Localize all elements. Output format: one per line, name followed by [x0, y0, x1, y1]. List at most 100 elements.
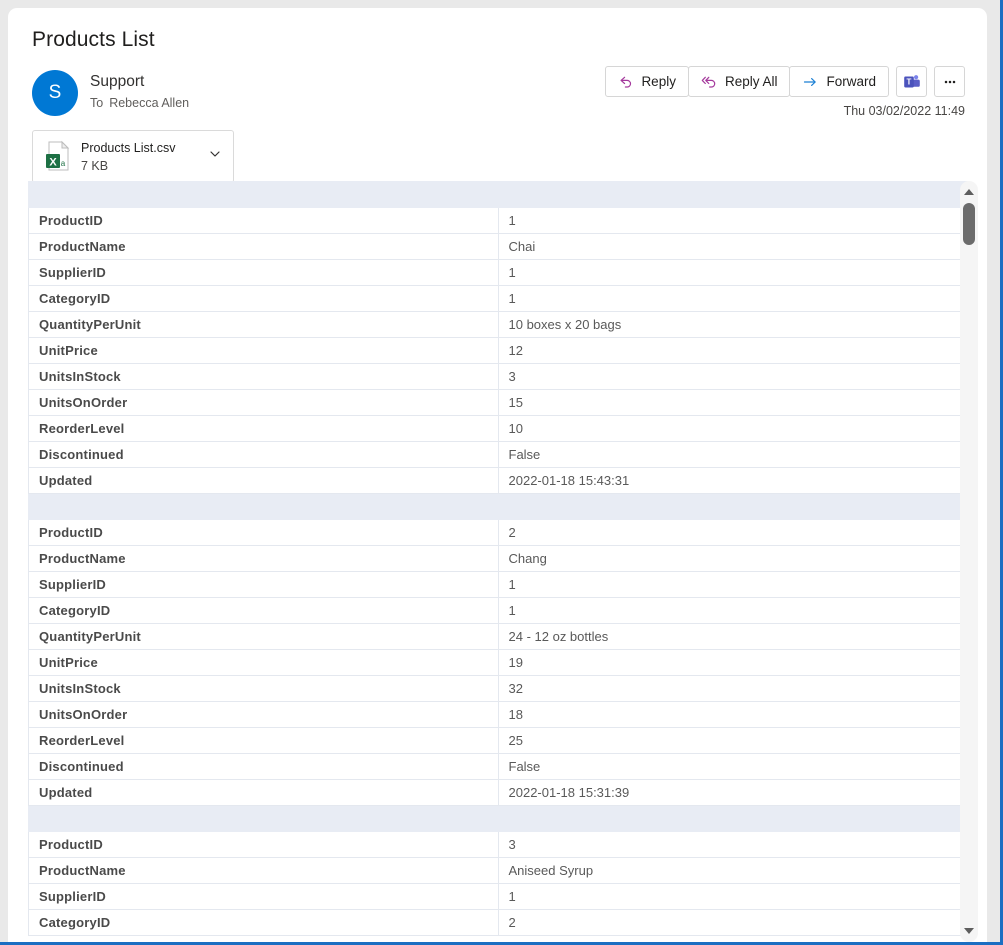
record-separator-cell: [28, 181, 968, 208]
reading-pane: Products List S Support To Rebecca Allen: [8, 8, 987, 942]
field-value-cell: 18: [497, 701, 968, 728]
field-value-cell: 12: [497, 337, 968, 364]
reply-all-button-label: Reply All: [724, 74, 778, 89]
message-body-scroll-area: ProductID 1 ProductName Chai SupplierID 1 Cate…: [8, 181, 968, 942]
table-row: QuantityPerUnit 10 boxes x 20 bags: [28, 311, 968, 338]
field-label-cell: CategoryID: [28, 597, 499, 624]
message-body-region: ProductID 1 ProductName Chai SupplierID 1 Cate…: [8, 181, 987, 942]
message-timestamp: Thu 03/02/2022 11:49: [843, 104, 965, 118]
scroll-up-arrow-icon[interactable]: [960, 183, 978, 201]
table-row: Updated 2022-01-18 15:43:31: [28, 467, 968, 494]
forward-button[interactable]: Forward: [789, 66, 889, 97]
field-label-cell: Updated: [28, 467, 499, 494]
attachment-chip[interactable]: X a Products List.csv 7 KB: [32, 130, 234, 183]
record-separator-band: [28, 805, 968, 832]
field-value-cell: False: [497, 753, 968, 780]
products-table: ProductID 1 ProductName Chai SupplierID 1 Cate…: [28, 181, 968, 936]
avatar: S: [32, 70, 78, 116]
table-row: ProductID 2: [28, 519, 968, 546]
reply-button[interactable]: Reply: [605, 66, 689, 97]
more-options-button[interactable]: [934, 66, 965, 97]
sender-name[interactable]: Support: [90, 72, 189, 92]
field-label-cell: CategoryID: [28, 909, 499, 936]
to-label: To: [90, 96, 104, 110]
field-label-cell: ProductID: [28, 831, 499, 858]
table-row: ReorderLevel 25: [28, 727, 968, 754]
scroll-down-arrow-icon[interactable]: [960, 922, 978, 940]
field-value-cell: 15: [497, 389, 968, 416]
vertical-scrollbar[interactable]: [960, 181, 978, 942]
table-row: UnitsOnOrder 18: [28, 701, 968, 728]
field-label-cell: SupplierID: [28, 571, 499, 598]
svg-text:X: X: [49, 157, 57, 169]
field-value-cell: 2022-01-18 15:31:39: [497, 779, 968, 806]
field-label-cell: CategoryID: [28, 285, 499, 312]
table-row: ReorderLevel 10: [28, 415, 968, 442]
scrollbar-thumb[interactable]: [963, 203, 975, 245]
attachment-meta: Products List.csv 7 KB: [81, 138, 198, 175]
field-label-cell: SupplierID: [28, 883, 499, 910]
field-label-cell: Updated: [28, 779, 499, 806]
field-label-cell: ReorderLevel: [28, 727, 499, 754]
field-value-cell: 1: [497, 207, 968, 234]
table-row: Discontinued False: [28, 753, 968, 780]
field-label-cell: ReorderLevel: [28, 415, 499, 442]
record-separator-cell: [28, 493, 968, 520]
field-label-cell: QuantityPerUnit: [28, 311, 499, 338]
message-toolbar: Reply Reply All Forward T: [605, 66, 965, 97]
table-row: CategoryID 1: [28, 597, 968, 624]
attachment-bar: X a Products List.csv 7 KB: [8, 116, 987, 183]
svg-text:a: a: [61, 159, 66, 168]
field-label-cell: ProductName: [28, 857, 499, 884]
chevron-down-icon[interactable]: [208, 147, 224, 166]
table-row: ProductID 1: [28, 207, 968, 234]
table-row: SupplierID 1: [28, 571, 968, 598]
record-separator-cell: [28, 805, 968, 832]
field-label-cell: SupplierID: [28, 259, 499, 286]
field-label-cell: UnitsInStock: [28, 675, 499, 702]
ellipsis-icon: [941, 73, 959, 91]
table-row: QuantityPerUnit 24 - 12 oz bottles: [28, 623, 968, 650]
table-row: UnitsOnOrder 15: [28, 389, 968, 416]
table-row: UnitPrice 19: [28, 649, 968, 676]
reply-all-button[interactable]: Reply All: [687, 66, 791, 97]
field-value-cell: 25: [497, 727, 968, 754]
table-row: CategoryID 1: [28, 285, 968, 312]
field-label-cell: UnitsInStock: [28, 363, 499, 390]
table-row: SupplierID 1: [28, 883, 968, 910]
field-value-cell: 2: [497, 909, 968, 936]
share-to-teams-button[interactable]: T: [896, 66, 927, 97]
email-reading-pane-window: Products List S Support To Rebecca Allen: [0, 0, 1003, 945]
field-value-cell: 1: [497, 597, 968, 624]
forward-icon: [802, 74, 819, 90]
field-label-cell: ProductName: [28, 233, 499, 260]
table-row: ProductName Aniseed Syrup: [28, 857, 968, 884]
record-separator-band: [28, 493, 968, 520]
reply-icon: [618, 74, 634, 90]
field-value-cell: False: [497, 441, 968, 468]
field-value-cell: Chang: [497, 545, 968, 572]
table-row: UnitsInStock 32: [28, 675, 968, 702]
field-value-cell: 19: [497, 649, 968, 676]
field-label-cell: QuantityPerUnit: [28, 623, 499, 650]
field-value-cell: 3: [497, 363, 968, 390]
table-row: Updated 2022-01-18 15:31:39: [28, 779, 968, 806]
record-separator-band: [28, 181, 968, 208]
field-label-cell: UnitPrice: [28, 649, 499, 676]
field-value-cell: Chai: [497, 233, 968, 260]
field-label-cell: UnitsOnOrder: [28, 701, 499, 728]
field-value-cell: 2: [497, 519, 968, 546]
table-row: ProductID 3: [28, 831, 968, 858]
excel-csv-file-icon: X a: [43, 140, 71, 172]
attachment-file-name: Products List.csv: [81, 141, 176, 155]
recipient-name[interactable]: Rebecca Allen: [109, 96, 189, 110]
field-value-cell: 1: [497, 285, 968, 312]
field-label-cell: Discontinued: [28, 753, 499, 780]
field-value-cell: Aniseed Syrup: [497, 857, 968, 884]
field-label-cell: ProductName: [28, 545, 499, 572]
reply-all-icon: [701, 74, 718, 90]
teams-icon: T: [903, 73, 921, 91]
field-value-cell: 10 boxes x 20 bags: [497, 311, 968, 338]
reply-button-label: Reply: [641, 74, 676, 89]
field-label-cell: UnitPrice: [28, 337, 499, 364]
